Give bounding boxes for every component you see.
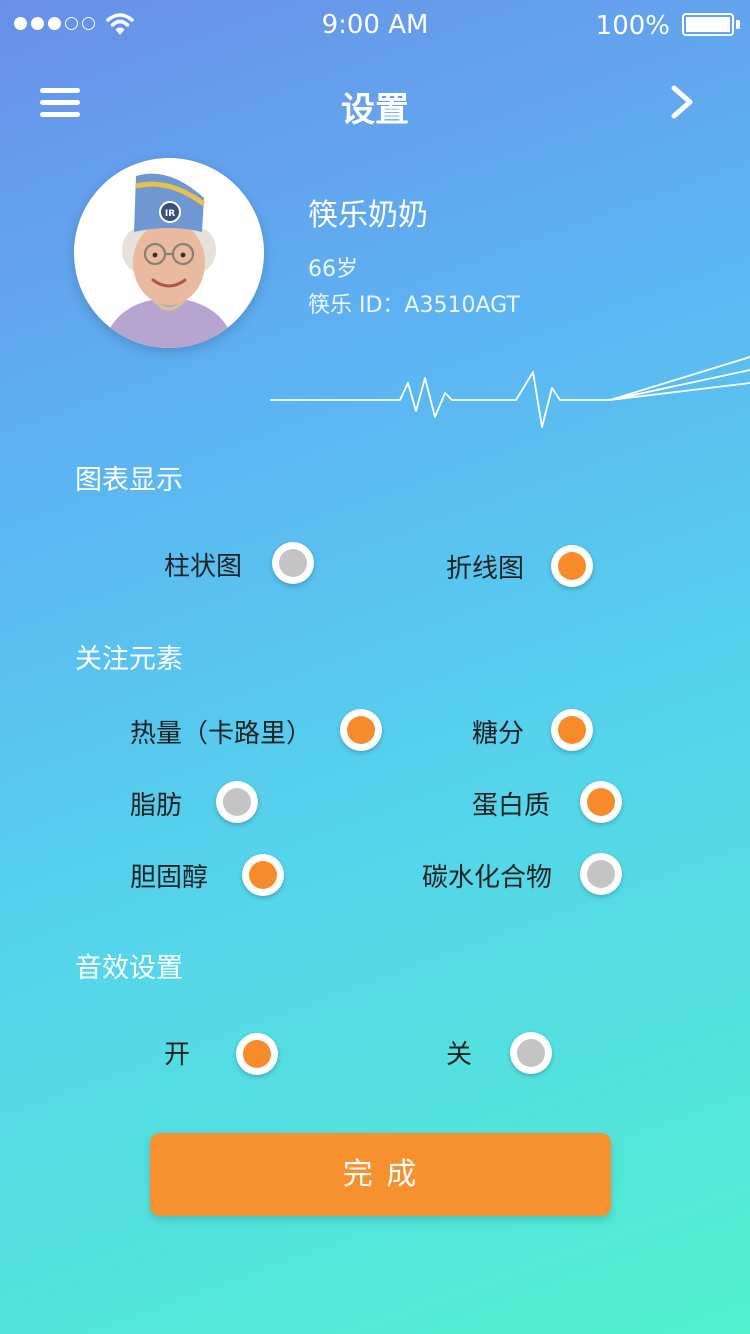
option-label-sound-off: 关 bbox=[446, 1040, 473, 1070]
battery-percentage: 100% bbox=[595, 11, 670, 41]
radio-protein[interactable] bbox=[580, 781, 622, 823]
option-label-line-chart: 折线图 bbox=[446, 554, 525, 584]
user-id: 筷乐 ID：A3510AGT bbox=[308, 293, 520, 318]
user-age: 66岁 bbox=[308, 257, 358, 282]
radio-calories[interactable] bbox=[340, 709, 382, 751]
option-label-sugar: 糖分 bbox=[472, 719, 525, 749]
option-label-carbohydrate: 碳水化合物 bbox=[422, 863, 553, 893]
option-label-fat: 脂肪 bbox=[130, 791, 183, 821]
radio-bar-chart[interactable] bbox=[272, 542, 314, 584]
user-name: 筷乐奶奶 bbox=[308, 198, 428, 233]
radio-sound-off[interactable] bbox=[510, 1032, 552, 1074]
chevron-right-icon[interactable] bbox=[664, 84, 700, 120]
heartbeat-line-icon bbox=[270, 356, 750, 428]
battery-icon bbox=[682, 13, 734, 36]
sound-section-title: 音效设置 bbox=[75, 953, 183, 984]
radio-fat[interactable] bbox=[216, 781, 258, 823]
avatar-badge: IR bbox=[165, 209, 175, 219]
grandma-avatar-icon: IR bbox=[74, 158, 264, 348]
radio-line-chart[interactable] bbox=[551, 545, 593, 587]
radio-carbohydrate[interactable] bbox=[580, 853, 622, 895]
option-label-protein: 蛋白质 bbox=[472, 791, 551, 821]
radio-sound-on[interactable] bbox=[236, 1033, 278, 1075]
page-title: 设置 bbox=[341, 90, 409, 130]
radio-sugar[interactable] bbox=[551, 709, 593, 751]
avatar[interactable]: IR bbox=[74, 158, 264, 348]
radio-cholesterol[interactable] bbox=[242, 854, 284, 896]
option-label-cholesterol: 胆固醇 bbox=[130, 863, 209, 893]
done-button[interactable]: 完 成 bbox=[150, 1133, 611, 1216]
focus-section-title: 关注元素 bbox=[75, 644, 183, 675]
status-bar: 9:00 AM 100% bbox=[0, 0, 750, 50]
option-label-calories: 热量（卡路里） bbox=[130, 719, 313, 749]
option-label-sound-on: 开 bbox=[164, 1040, 191, 1070]
chart-section-title: 图表显示 bbox=[75, 465, 183, 496]
option-label-bar-chart: 柱状图 bbox=[164, 552, 243, 582]
